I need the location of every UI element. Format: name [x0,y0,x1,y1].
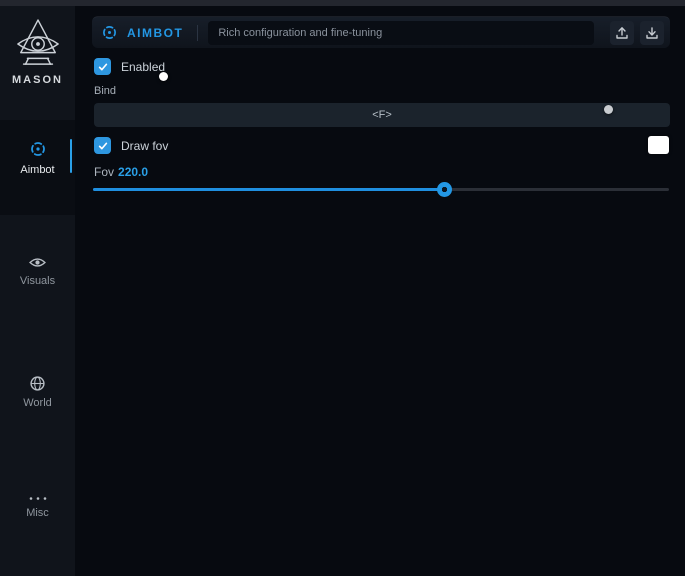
draw-fov-label: Draw fov [121,139,168,153]
section-header: AIMBOT Rich configuration and fine-tunin… [92,16,670,48]
upload-icon [615,26,629,40]
download-config-button[interactable] [640,21,664,45]
sidebar-item-world[interactable]: World [0,376,75,409]
cursor-dot [159,72,168,81]
header-divider [197,25,198,41]
sidebar-item-misc[interactable]: Misc [0,496,75,519]
fov-slider[interactable] [93,182,669,198]
sidebar-item-label: Misc [26,507,49,519]
check-icon [97,140,109,152]
section-title: AIMBOT [127,26,183,40]
sidebar: MASON Aimbot Visuals [0,6,75,576]
mason-logo-icon [15,18,61,70]
fov-label: Fov 220.0 [94,165,148,179]
slider-handle[interactable] [437,182,452,197]
enabled-checkbox[interactable] [94,58,111,75]
bind-label: Bind [94,85,116,97]
bind-input[interactable]: <F> [94,103,670,127]
crosshair-icon [102,25,117,40]
draw-fov-checkbox[interactable] [94,137,111,154]
check-icon [97,61,109,73]
section-subtitle: Rich configuration and fine-tuning [208,21,594,45]
sidebar-item-label: World [23,397,52,409]
brand: MASON [0,18,75,86]
globe-icon [30,376,45,391]
fov-label-text: Fov [94,165,114,179]
sidebar-item-visuals[interactable]: Visuals [0,256,75,287]
sidebar-item-label: Aimbot [20,164,54,176]
draw-fov-row: Draw fov [94,137,168,154]
crosshair-icon [30,141,46,157]
app-window: MASON Aimbot Visuals [0,0,685,576]
enabled-row: Enabled [94,58,165,75]
ellipsis-icon [29,496,47,501]
sidebar-item-aimbot[interactable]: Aimbot [0,120,75,215]
fov-color-swatch[interactable] [648,136,669,154]
upload-config-button[interactable] [610,21,634,45]
particle-dot [604,105,613,114]
download-icon [645,26,659,40]
bind-value: <F> [372,109,392,121]
brand-name: MASON [12,74,63,86]
fov-value: 220.0 [118,165,148,179]
sidebar-item-label: Visuals [20,275,55,287]
main-panel: AIMBOT Rich configuration and fine-tunin… [75,6,685,576]
enabled-label: Enabled [121,60,165,74]
slider-fill [93,188,444,191]
eye-icon [29,256,46,269]
